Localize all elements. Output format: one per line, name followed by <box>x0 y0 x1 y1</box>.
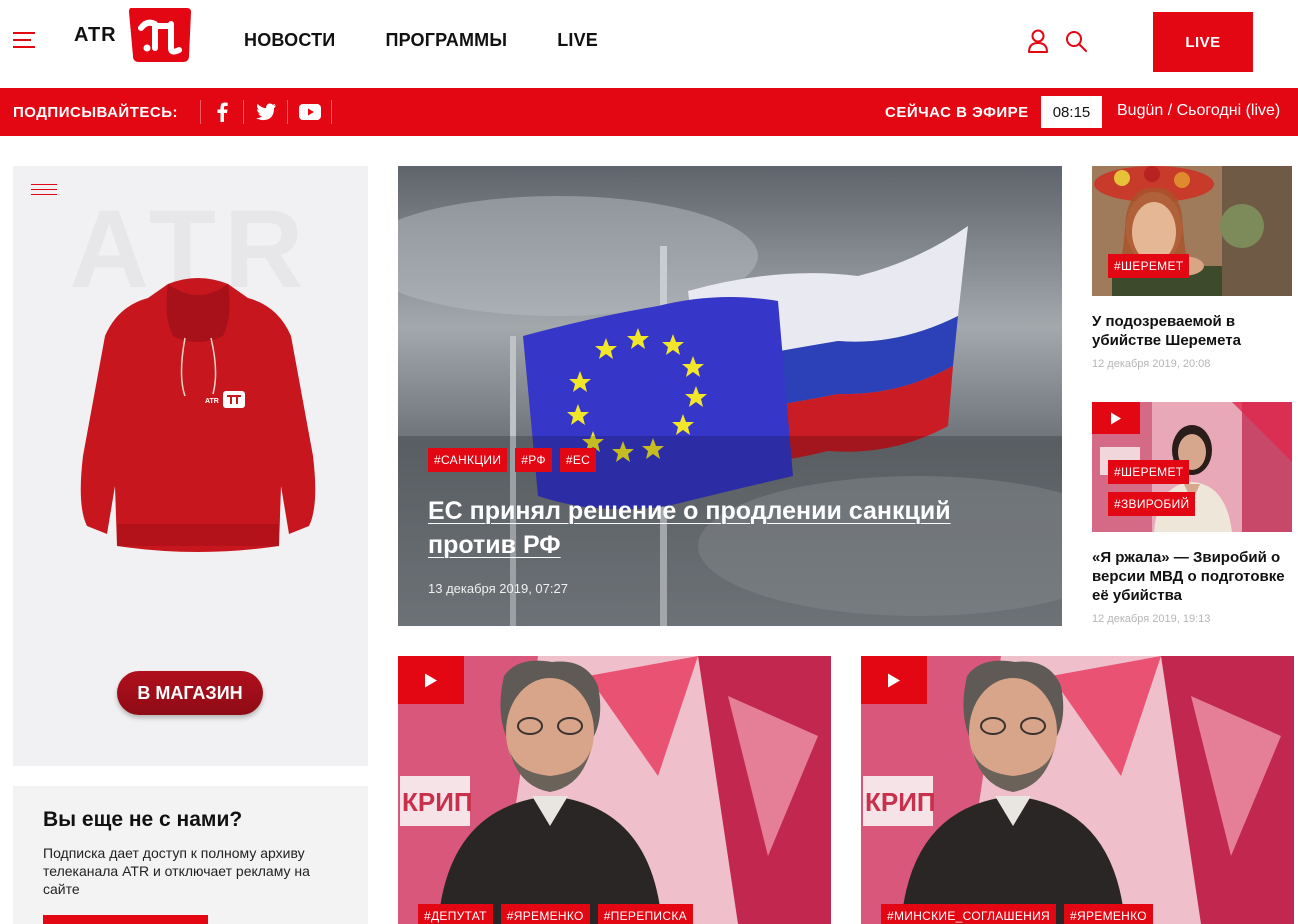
subscribe-button[interactable] <box>43 915 208 924</box>
side-date: 12 декабря 2019, 20:08 <box>1092 358 1211 370</box>
side-headline[interactable]: У подозреваемой в убийстве Шеремета <box>1092 312 1292 350</box>
facebook-icon[interactable] <box>200 100 244 124</box>
tag-link[interactable]: #ЕС <box>559 448 597 472</box>
nav-item-live[interactable]: LIVE <box>557 30 598 51</box>
svg-text:ATR: ATR <box>205 398 219 405</box>
twitter-icon[interactable] <box>244 100 288 124</box>
side-tags: #ШЕРЕМЕТ <box>1108 254 1190 278</box>
tag-link[interactable]: #ШЕРЕМЕТ <box>1108 254 1190 278</box>
on-air-label: СЕЙЧАС В ЭФИРЕ <box>885 104 1029 121</box>
hoodie-image: ATR <box>80 278 316 552</box>
play-icon[interactable] <box>861 656 927 704</box>
video-card[interactable]: КРИП #ДЕПУТАТ #ЯРЕМЕНКО #ПЕРЕПИСКА <box>398 656 831 924</box>
site-header: ATR НОВОСТИ ПРОГРАММЫ LIVE LIVE <box>0 0 1298 88</box>
user-icon[interactable] <box>1027 29 1049 53</box>
info-bar: ПОДПИСЫВАЙТЕСЬ: СЕЙЧАС В ЭФИРЕ 08:15 Bug… <box>0 88 1298 136</box>
hero-tags: #САНКЦИИ #РФ #ЕС <box>428 448 597 472</box>
social-links <box>200 100 332 124</box>
search-icon[interactable] <box>1064 29 1088 53</box>
side-tags: #ШЕРЕМЕТ #ЗВИРОБИЙ <box>1108 460 1196 516</box>
tag-link[interactable]: #САНКЦИИ <box>428 448 508 472</box>
atr-logo-icon <box>128 8 191 62</box>
on-air-time: 08:15 <box>1041 96 1102 128</box>
menu-icon[interactable] <box>13 32 35 48</box>
live-button[interactable]: LIVE <box>1153 12 1253 72</box>
on-air-show-link[interactable]: Bugün / Сьогодні (live) <box>1117 102 1280 120</box>
svg-text:КРИП: КРИП <box>402 787 473 817</box>
logo-text: ATR <box>74 23 117 46</box>
side-news-image: #ШЕРЕМЕТ <box>1092 166 1292 296</box>
side-news-card[interactable]: #ШЕРЕМЕТ У подозреваемой в убийстве Шере… <box>1092 166 1292 370</box>
side-news-card[interactable]: #ШЕРЕМЕТ #ЗВИРОБИЙ «Я ржала» — Звиробий … <box>1092 402 1292 625</box>
video-card[interactable]: КРИП #МИНСКИЕ_СОГЛАШЕНИЯ #ЯРЕМЕНКО <box>861 656 1294 924</box>
tag-link[interactable]: #МИНСКИЕ_СОГЛАШЕНИЯ <box>881 904 1057 924</box>
shop-promo-banner[interactable]: ATR ATR В МАГАЗИН <box>13 166 368 766</box>
video-tags: #МИНСКИЕ_СОГЛАШЕНИЯ #ЯРЕМЕНКО <box>881 904 1153 924</box>
hero-headline[interactable]: ЕС принял решение о продлении санкций пр… <box>428 494 1028 562</box>
video-tags: #ДЕПУТАТ #ЯРЕМЕНКО #ПЕРЕПИСКА <box>418 904 693 924</box>
play-icon[interactable] <box>1092 402 1140 434</box>
nav-item-programs[interactable]: ПРОГРАММЫ <box>385 30 507 51</box>
tag-link[interactable]: #ЯРЕМЕНКО <box>500 904 590 924</box>
side-headline[interactable]: «Я ржала» — Звиробий о версии МВД о подг… <box>1092 548 1292 605</box>
tag-link[interactable]: #РФ <box>515 448 552 472</box>
hero-article[interactable]: #САНКЦИИ #РФ #ЕС ЕС принял решение о про… <box>398 166 1062 626</box>
shop-button[interactable]: В МАГАЗИН <box>117 671 263 715</box>
hero-date: 13 декабря 2019, 07:27 <box>428 581 568 596</box>
youtube-icon[interactable] <box>288 100 332 124</box>
site-logo[interactable]: ATR <box>74 4 193 66</box>
tag-link[interactable]: #ПЕРЕПИСКА <box>597 904 693 924</box>
subscribe-label: ПОДПИСЫВАЙТЕСЬ: <box>13 104 178 121</box>
nav-item-news[interactable]: НОВОСТИ <box>244 30 335 51</box>
promo-lines-icon <box>31 184 57 195</box>
tag-link[interactable]: #ШЕРЕМЕТ <box>1108 460 1190 484</box>
subscribe-text: Подписка дает доступ к полному архиву те… <box>43 845 310 897</box>
side-date: 12 декабря 2019, 19:13 <box>1092 613 1211 625</box>
subscribe-box: Вы еще не с нами? Подписка дает доступ к… <box>13 786 368 924</box>
main-nav: НОВОСТИ ПРОГРАММЫ LIVE <box>244 30 598 51</box>
subscribe-title: Вы еще не с нами? <box>43 808 243 831</box>
svg-text:КРИП: КРИП <box>865 787 936 817</box>
side-news-image: #ШЕРЕМЕТ #ЗВИРОБИЙ <box>1092 402 1292 532</box>
tag-link[interactable]: #ЯРЕМЕНКО <box>1064 904 1153 924</box>
tag-link[interactable]: #ЗВИРОБИЙ <box>1108 492 1196 516</box>
tag-link[interactable]: #ДЕПУТАТ <box>418 904 493 924</box>
play-icon[interactable] <box>398 656 464 704</box>
